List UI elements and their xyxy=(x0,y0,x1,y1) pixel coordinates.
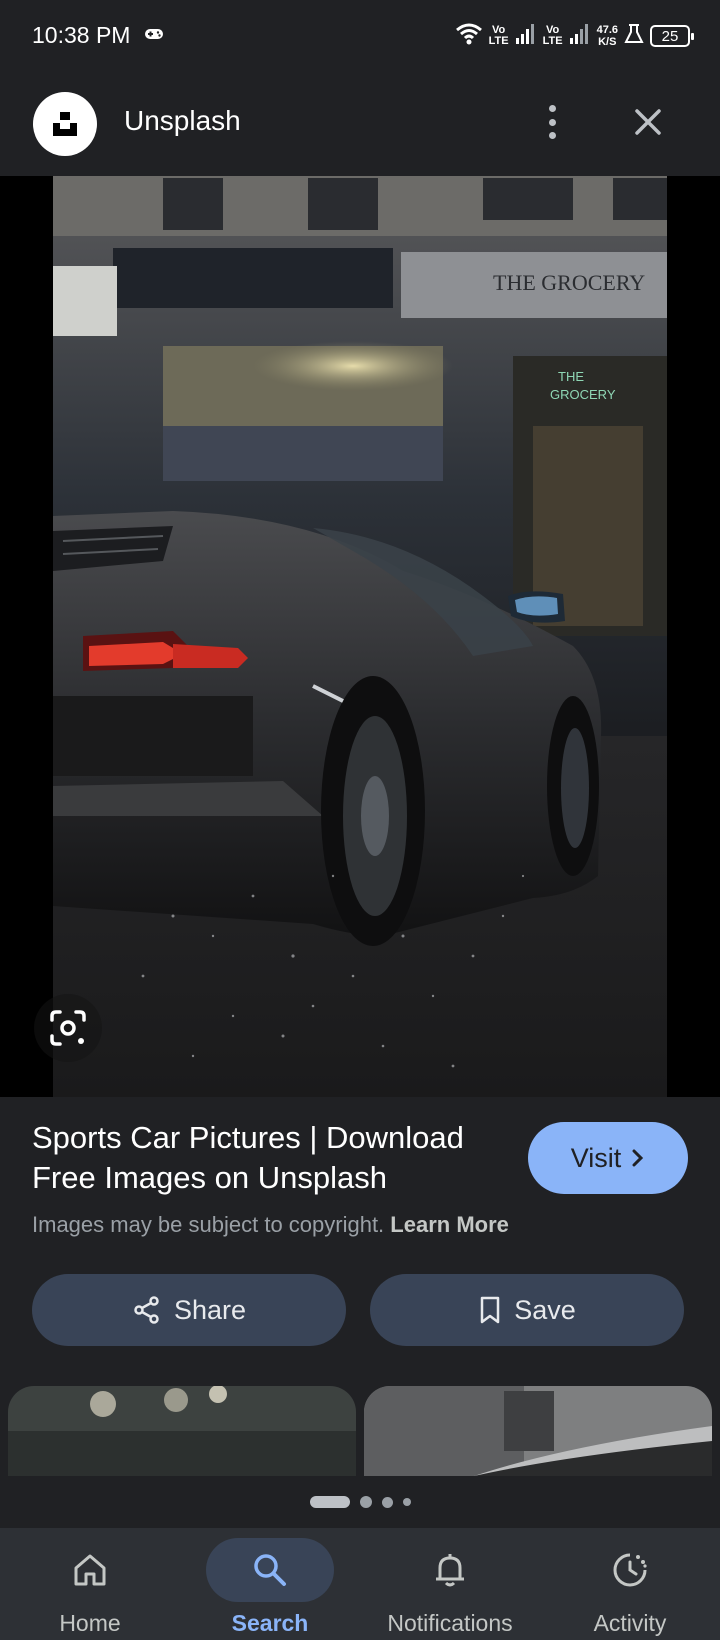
related-image-1[interactable] xyxy=(8,1386,356,1476)
svg-text:THE GROCERY: THE GROCERY xyxy=(493,270,645,295)
result-photo[interactable]: THE GROCERY THE GROCERY xyxy=(53,176,667,1097)
wifi-icon xyxy=(455,22,483,51)
flask-icon xyxy=(624,23,644,50)
nav-notifications[interactable]: Notifications xyxy=(360,1528,540,1640)
nav-notifications-label: Notifications xyxy=(387,1610,513,1636)
status-bar: 10:38 PM Vo LTE Vo LTE 47.6 K/S 25 xyxy=(0,0,720,72)
sim2-label: Vo LTE xyxy=(542,24,563,47)
nav-search-label: Search xyxy=(231,1610,309,1636)
bookmark-icon xyxy=(480,1296,500,1324)
nav-activity[interactable]: Activity xyxy=(540,1528,720,1640)
svg-text:GROCERY: GROCERY xyxy=(550,387,616,402)
unsplash-logo-icon xyxy=(33,92,97,156)
network-speed: 47.6 K/S xyxy=(596,24,618,48)
share-label: Share xyxy=(173,1294,247,1325)
save-button[interactable]: Save xyxy=(370,1274,684,1346)
learn-more-link[interactable]: Learn More xyxy=(390,1212,509,1237)
signal1-icon xyxy=(515,23,537,50)
visit-button[interactable]: Visit xyxy=(528,1122,688,1194)
share-button[interactable]: Share xyxy=(32,1274,346,1346)
share-icon xyxy=(134,1296,159,1324)
image-viewer[interactable]: THE GROCERY THE GROCERY xyxy=(0,176,720,1097)
search-icon xyxy=(206,1538,334,1602)
copyright-notice: Images may be subject to copyright. Lear… xyxy=(32,1212,509,1238)
bottom-navigation: Home Search Notifications Activity xyxy=(0,1528,720,1640)
nav-search[interactable]: Search xyxy=(180,1528,360,1640)
close-icon[interactable] xyxy=(628,102,668,142)
home-icon xyxy=(26,1538,154,1602)
status-time: 10:38 PM xyxy=(32,22,131,48)
battery-icon: 25 xyxy=(650,25,694,47)
more-options-icon[interactable] xyxy=(536,102,568,142)
activity-icon xyxy=(566,1538,694,1602)
nav-activity-label: Activity xyxy=(593,1610,667,1636)
status-icons: Vo LTE Vo LTE 47.6 K/S 25 xyxy=(455,20,694,52)
lens-search-icon[interactable] xyxy=(34,994,102,1062)
svg-text:THE: THE xyxy=(558,369,584,384)
gamepad-icon xyxy=(144,27,164,46)
save-label: Save xyxy=(514,1294,576,1325)
bell-icon xyxy=(386,1538,514,1602)
carousel-indicator xyxy=(0,1496,720,1508)
signal2-icon xyxy=(569,23,591,50)
result-header: Unsplash xyxy=(0,72,720,176)
related-image-2[interactable] xyxy=(364,1386,712,1476)
chevron-right-icon xyxy=(632,1149,644,1167)
nav-home[interactable]: Home xyxy=(0,1528,180,1640)
result-title[interactable]: Sports Car Pictures | Download Free Imag… xyxy=(32,1118,512,1198)
nav-home-label: Home xyxy=(59,1610,121,1636)
sim1-label: Vo LTE xyxy=(488,24,509,47)
copyright-text: Images may be subject to copyright. xyxy=(32,1212,385,1237)
site-name[interactable]: Unsplash xyxy=(124,105,241,137)
visit-label: Visit xyxy=(570,1142,622,1173)
